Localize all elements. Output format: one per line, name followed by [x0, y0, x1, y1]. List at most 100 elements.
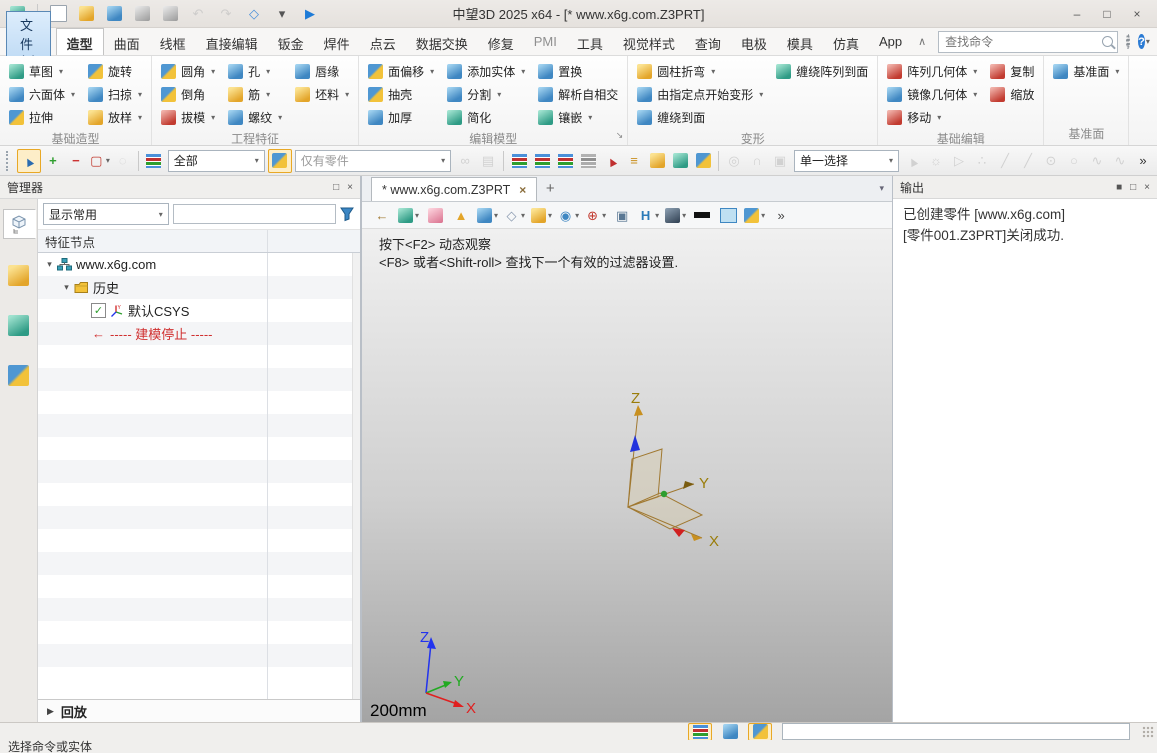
scope-filter-combo[interactable]: 仅有零件▾	[295, 150, 451, 172]
cursor-icon[interactable]: ▲	[902, 150, 924, 172]
default-csys[interactable]: Z Y X	[598, 389, 748, 564]
clamp-icon[interactable]: ▤	[477, 150, 499, 172]
revolve-button[interactable]: 旋转	[86, 61, 144, 82]
polyline-icon[interactable]: ╱	[1017, 150, 1039, 172]
tab-数据交换[interactable]: 数据交换	[406, 28, 478, 55]
inlay-button[interactable]: 镶嵌▾	[536, 107, 620, 128]
eraser-icon[interactable]	[424, 204, 446, 226]
chamfer-button[interactable]: 倒角	[159, 84, 217, 105]
link-icon[interactable]: ∞	[454, 150, 476, 172]
close-panel-button[interactable]: ×	[1144, 182, 1150, 193]
blue-square-icon[interactable]	[717, 204, 739, 226]
loft-button[interactable]: 放样▾	[86, 107, 144, 128]
undo-icon[interactable]: ↶	[187, 3, 209, 25]
restore-panel-button[interactable]: □	[1130, 182, 1136, 193]
scale-button[interactable]: 缩放	[988, 84, 1036, 105]
sweep-button[interactable]: 扫掠▾	[86, 84, 144, 105]
tab-close-icon[interactable]: ×	[519, 183, 526, 197]
minimize-button[interactable]: –	[1063, 5, 1091, 23]
snap-icon[interactable]: ∴	[971, 150, 993, 172]
tab-造型[interactable]: 造型	[56, 28, 104, 55]
monitor-icon[interactable]: ▾	[664, 204, 687, 226]
new-tab-button[interactable]: +	[537, 180, 563, 197]
target-icon[interactable]: ⊕▾	[584, 204, 607, 226]
part-filter-icon[interactable]	[268, 149, 292, 173]
search-icon[interactable]	[1102, 36, 1113, 47]
save-icon[interactable]	[103, 3, 125, 25]
print-add-icon[interactable]	[159, 3, 181, 25]
tab-工具[interactable]: 工具	[567, 28, 613, 55]
playback-expand-icon[interactable]: ▶	[47, 706, 54, 717]
circle-center-icon[interactable]: ⊙	[1040, 150, 1062, 172]
pick-from-list-4-icon[interactable]	[577, 150, 599, 172]
status-input[interactable]	[782, 723, 1130, 740]
chevron-icon[interactable]: ▾	[59, 282, 74, 293]
resolve-self-intersection-button[interactable]: 解析自相交	[536, 84, 620, 105]
thicken-button[interactable]: 加厚	[366, 107, 436, 128]
screen-toggle-icon[interactable]	[719, 724, 741, 740]
tab-模具[interactable]: 模具	[777, 28, 823, 55]
line-icon[interactable]: ╱	[994, 150, 1016, 172]
divide-button[interactable]: 分割▾	[445, 84, 527, 105]
sketch-button[interactable]: 草图▾	[7, 61, 77, 82]
document-tab[interactable]: * www.x6g.com.Z3PRT ×	[371, 177, 537, 201]
help-icon[interactable]: ?	[1138, 34, 1145, 49]
visual-manager-tab[interactable]	[5, 311, 33, 339]
gear-icon[interactable]	[1126, 34, 1130, 49]
deform-by-point-button[interactable]: 由指定点开始变形▾	[635, 84, 765, 105]
simplify-button[interactable]: 简化	[445, 107, 527, 128]
plane-pick-icon[interactable]: ▣	[769, 150, 791, 172]
fillet-button[interactable]: 圆角▾	[159, 61, 217, 82]
entity-filter-combo[interactable]: 全部▾	[168, 150, 265, 172]
exit-icon[interactable]: ←	[371, 204, 393, 226]
qat-menu-icon[interactable]: ▾	[271, 3, 293, 25]
help-dropdown-icon[interactable]: ▾	[1146, 37, 1150, 46]
command-search-input[interactable]	[943, 34, 1102, 50]
wireframe-display-icon[interactable]: ◇▾	[503, 204, 526, 226]
face-icon[interactable]: ▾	[743, 204, 766, 226]
dialog-launcher-icon[interactable]: ↘	[616, 130, 624, 141]
dimension-toggle-icon[interactable]	[688, 723, 712, 741]
pin-panel-button[interactable]: ■	[1116, 182, 1122, 193]
tree-row[interactable]: ▾历史	[38, 276, 360, 299]
zoom-circle-icon[interactable]: ◉▾	[557, 204, 580, 226]
curve-pick-icon[interactable]: ∩	[746, 150, 768, 172]
tab-list-icon[interactable]: ▾	[879, 183, 884, 194]
add-solid-button[interactable]: 添加实体▾	[445, 61, 527, 82]
draft-button[interactable]: 拔模▾	[159, 107, 217, 128]
resize-grip[interactable]	[1142, 726, 1154, 738]
polyhedron-icon[interactable]: ▾	[530, 204, 553, 226]
tab-线框[interactable]: 线框	[150, 28, 196, 55]
extrude-button[interactable]: 拉伸	[7, 107, 77, 128]
filter-funnel-button[interactable]	[338, 203, 357, 225]
tab-焊件[interactable]: 焊件	[314, 28, 360, 55]
shaded-display-icon[interactable]: ▾	[476, 204, 499, 226]
copy-button[interactable]: 复制	[988, 61, 1036, 82]
playback-bar[interactable]: ▶ 回放	[38, 699, 360, 722]
settings-icon[interactable]: ☼	[925, 150, 947, 172]
tab-钣金[interactable]: 钣金	[268, 28, 314, 55]
hole-button[interactable]: 孔▾	[226, 61, 284, 82]
tab-仿真[interactable]: 仿真	[823, 28, 869, 55]
pick-from-list-icon[interactable]	[508, 150, 530, 172]
black-bar-icon[interactable]	[691, 204, 713, 226]
ribbon-collapse-icon[interactable]: ∧	[912, 35, 932, 48]
pick-from-list-2-icon[interactable]	[531, 150, 553, 172]
spline-point-icon[interactable]: ∿	[1086, 150, 1108, 172]
section-icon[interactable]: H▾	[637, 204, 660, 226]
lip-button[interactable]: 唇缘	[293, 61, 351, 82]
add-to-selection-icon[interactable]: +	[42, 150, 64, 172]
restore-panel-button[interactable]: □	[333, 182, 339, 193]
tab-App[interactable]: App	[869, 28, 912, 55]
tab-视觉样式[interactable]: 视觉样式	[613, 28, 685, 55]
user-manager-tab[interactable]	[5, 361, 33, 389]
pattern-geometry-button[interactable]: 阵列几何体▾	[885, 61, 979, 82]
run-icon[interactable]: ▶	[299, 3, 321, 25]
solid-manager-tab[interactable]	[5, 261, 33, 289]
stock-button[interactable]: 坯料▾	[293, 84, 351, 105]
print-icon[interactable]	[131, 3, 153, 25]
tree-row[interactable]: ▾www.x6g.com	[38, 253, 360, 276]
face-offset-button[interactable]: 面偏移▾	[366, 61, 436, 82]
regen-icon[interactable]: ◇	[243, 3, 265, 25]
wrap-pattern-to-face-button[interactable]: 缠绕阵列到面	[774, 61, 870, 82]
